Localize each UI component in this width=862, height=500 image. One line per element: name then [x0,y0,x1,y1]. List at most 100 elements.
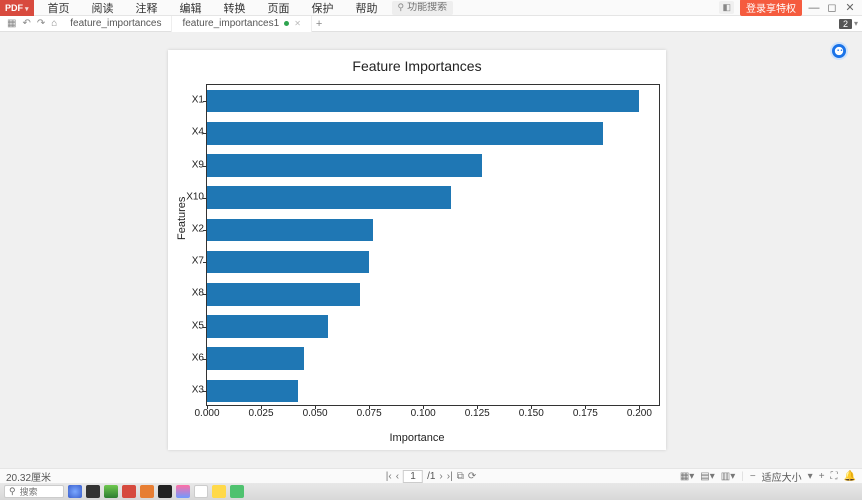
ytick-X2: X2 [174,223,204,234]
menu-bar: PDF▾ 首页 阅读 注释 编辑 转换 页面 保护 帮助 ⚲ ◧ 登录享特权 —… [0,0,862,16]
taskbar-app-8[interactable] [194,485,208,498]
taskbar-app-6[interactable] [158,485,172,498]
page-tool1-icon[interactable]: ⧉ [457,471,464,482]
xtick: 0.175 [573,408,598,419]
prev-page-icon[interactable]: ‹ [396,471,399,482]
taskbar-app-7[interactable] [176,485,190,498]
tab-label: feature_importances1 [182,18,279,29]
taskbar-app-3[interactable] [104,485,118,498]
taskbar-app-5[interactable] [140,485,154,498]
tab-label: feature_importances [70,18,161,29]
bell-icon[interactable]: 🔔 [844,471,856,482]
page-indicator-number: 2 [839,19,852,29]
page-indicator[interactable]: 2 ▾ [839,19,858,29]
taskbar-app-4[interactable] [122,485,136,498]
view-mode2-icon[interactable]: ▤▾ [700,471,714,482]
tab-feature-importances[interactable]: feature_importances [60,16,172,32]
ytick-X1: X1 [174,95,204,106]
chevron-down-icon: ▾ [854,19,858,28]
xtick: 0.025 [249,408,274,419]
bar-X1 [207,90,639,113]
next-page-icon[interactable]: › [439,471,442,482]
total-pages: /1 [427,471,435,482]
wps-badge-icon[interactable]: ◧ [719,1,734,14]
feature-search[interactable]: ⚲ [392,1,454,15]
feature-search-input[interactable] [407,2,447,13]
ytick-X6: X6 [174,352,204,363]
taskbar-app-1[interactable] [68,485,82,498]
page-navigation: |‹ ‹ 1 /1 › ›| ⧉ ⟳ [386,470,476,483]
taskbar-app-2[interactable] [86,485,100,498]
bar-X7 [207,251,369,274]
view-mode1-icon[interactable]: ▦▾ [680,471,694,482]
bar-X9 [207,154,482,177]
zoom-label[interactable]: 适应大小 [762,469,802,484]
bar-X4 [207,122,603,145]
page-tool2-icon[interactable]: ⟳ [468,471,476,482]
fullscreen-icon[interactable]: ⛶ [831,471,838,482]
taskbar-app-9[interactable] [212,485,226,498]
tab-bar: ▦ ↶ ↷ ⌂ feature_importances feature_impo… [0,16,862,32]
ytick-X5: X5 [174,320,204,331]
ytick-X10: X10 [174,191,204,202]
zoom-out-icon[interactable]: − [750,471,756,482]
last-page-icon[interactable]: ›| [447,471,453,482]
menu-read[interactable]: 阅读 [92,0,114,16]
zoom-caret-icon: ▾ [808,471,813,482]
menu-convert[interactable]: 转换 [224,0,246,16]
chart-title: Feature Importances [168,50,666,74]
new-tab-button[interactable]: + [316,18,322,30]
menu-home[interactable]: 首页 [48,0,70,16]
bar-X5 [207,315,328,338]
ytick-X4: X4 [174,127,204,138]
maximize-button[interactable]: ◻ [826,1,838,14]
redo-icon[interactable]: ↷ [37,18,45,29]
taskbar-search[interactable]: ⚲ [4,485,64,498]
ytick-X7: X7 [174,256,204,267]
bar-X6 [207,347,304,370]
tab-feature-importances1[interactable]: feature_importances1 ✕ [172,16,311,32]
bar-X3 [207,380,298,403]
taskbar-app-10[interactable] [230,485,244,498]
search-icon: ⚲ [398,2,405,13]
document-viewport: Feature Importances Features 0.0000.0250… [0,32,862,468]
zoom-in-icon[interactable]: + [819,471,825,482]
view-mode3-icon[interactable]: ▥▾ [721,471,735,482]
menu-protect[interactable]: 保护 [312,0,334,16]
ruler-readout: 20.32厘米 [6,469,51,484]
xtick: 0.150 [519,408,544,419]
menu-help[interactable]: 帮助 [356,0,378,16]
chart-page: Feature Importances Features 0.0000.0250… [168,50,666,450]
undo-icon[interactable]: ↶ [22,18,30,29]
taskbar: ⚲ [0,483,862,500]
grid-icon[interactable]: ▦ [7,18,16,29]
ytick-X9: X9 [174,159,204,170]
menu-edit[interactable]: 编辑 [180,0,202,16]
close-button[interactable]: ✕ [844,1,856,14]
xtick: 0.100 [411,408,436,419]
pdf-menu[interactable]: PDF▾ [0,0,34,16]
xtick: 0.125 [465,408,490,419]
menu-page[interactable]: 页面 [268,0,290,16]
xtick: 0.050 [303,408,328,419]
plot-area: 0.0000.0250.0500.0750.1000.1250.1500.175… [206,84,660,406]
tab-close-icon[interactable]: ✕ [294,19,301,28]
ytick-X3: X3 [174,384,204,395]
bar-X10 [207,186,451,209]
search-icon: ⚲ [9,486,16,497]
unsaved-dot-icon [284,21,289,26]
home-icon[interactable]: ⌂ [51,18,57,29]
x-axis-label: Importance [168,432,666,444]
assistant-bubble[interactable] [830,42,848,60]
status-bar: 20.32厘米 |‹ ‹ 1 /1 › ›| ⧉ ⟳ ▦▾ ▤▾ ▥▾ | − … [0,468,862,483]
bar-X8 [207,283,360,306]
xtick: 0.075 [357,408,382,419]
assistant-icon [834,46,844,56]
taskbar-search-input[interactable] [20,487,60,497]
first-page-icon[interactable]: |‹ [386,471,392,482]
current-page-input[interactable]: 1 [403,470,423,483]
login-button[interactable]: 登录享特权 [740,0,802,16]
menu-annotate[interactable]: 注释 [136,0,158,16]
bar-X2 [207,219,373,242]
minimize-button[interactable]: — [808,2,820,14]
